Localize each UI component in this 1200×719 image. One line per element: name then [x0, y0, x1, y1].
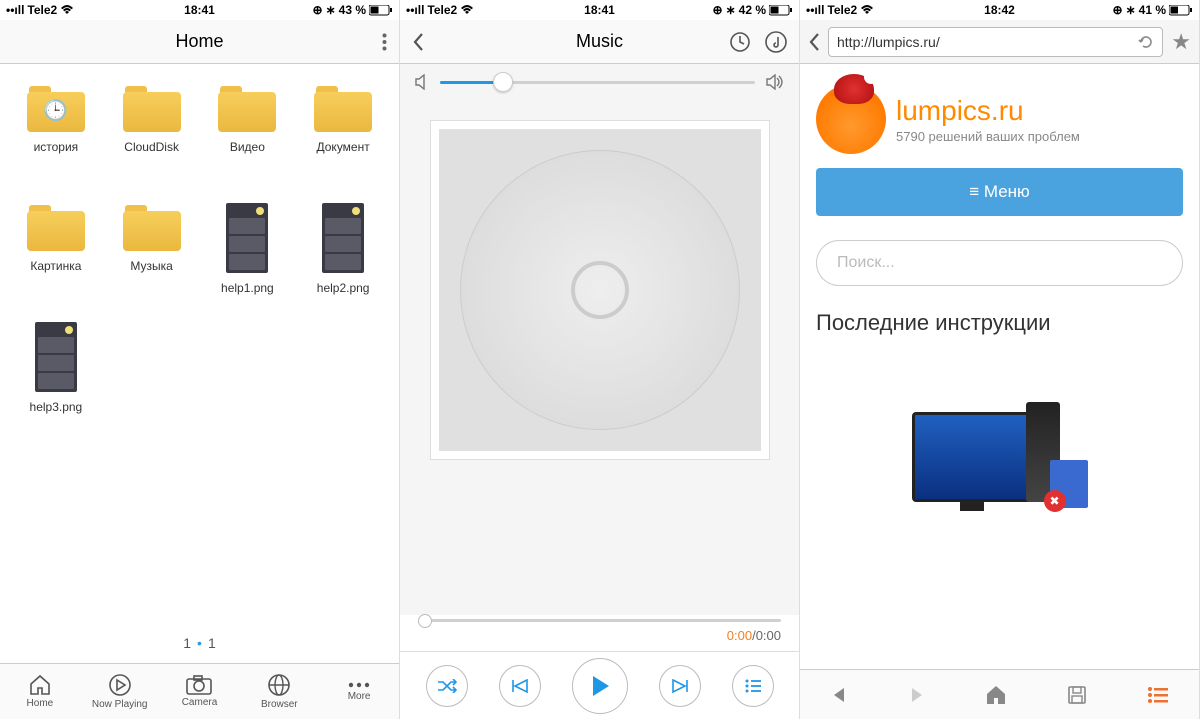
battery-icon	[1169, 5, 1193, 16]
volume-mute-icon[interactable]	[414, 74, 430, 90]
page-title: Music	[576, 31, 623, 52]
history-icon[interactable]	[729, 31, 751, 53]
browser-screen: ••ıll Tele2 18:42 ⊕ ∗ 41 % http://lumpic…	[800, 0, 1200, 719]
battery-label: 43 %	[339, 3, 366, 17]
prev-button[interactable]	[499, 665, 541, 707]
back-button[interactable]	[412, 32, 424, 52]
carrier-label: Tele2	[427, 3, 457, 17]
battery-icon	[769, 5, 793, 16]
folder-video[interactable]: Видео	[202, 84, 294, 199]
playlist-button[interactable]	[732, 665, 774, 707]
battery-label: 42 %	[739, 3, 766, 17]
page-title: Home	[175, 31, 223, 52]
music-note-icon[interactable]	[765, 31, 787, 53]
folder-document[interactable]: Документ	[297, 84, 389, 199]
folder-clouddisk[interactable]: CloudDisk	[106, 84, 198, 199]
tab-now-playing[interactable]: Now Playing	[80, 664, 160, 719]
wifi-icon	[460, 5, 474, 15]
progress-slider[interactable]	[418, 619, 781, 622]
section-heading: Последние инструкции	[816, 310, 1183, 336]
status-bar: ••ıll Tele2 18:42 ⊕ ∗ 41 %	[800, 0, 1199, 20]
volume-row	[400, 64, 799, 100]
wifi-icon	[860, 5, 874, 15]
folder-music[interactable]: Музыка	[106, 203, 198, 318]
url-field[interactable]: http://lumpics.ru/	[828, 27, 1163, 57]
alarm-icon: ⊕	[713, 3, 723, 17]
tab-home[interactable]: Home	[0, 664, 80, 719]
alarm-icon: ⊕	[1113, 3, 1123, 17]
bookmark-icon[interactable]: ★	[1171, 29, 1191, 55]
folder-picture[interactable]: Картинка	[10, 203, 102, 318]
back-button[interactable]	[808, 32, 820, 52]
signal-icon: ••ıll	[806, 3, 824, 17]
album-art-area	[400, 100, 799, 615]
menu-button[interactable]: ≡ Меню	[816, 168, 1183, 216]
progress-row	[400, 615, 799, 628]
clock-icon: 🕒	[43, 98, 68, 123]
music-screen: ••ıll Tele2 18:41 ⊕ ∗ 42 % Music	[400, 0, 800, 719]
time-total: /0:00	[752, 628, 781, 643]
browser-toolbar	[800, 669, 1199, 719]
volume-max-icon[interactable]	[765, 74, 785, 90]
nav-home-button[interactable]	[985, 685, 1007, 705]
alarm-icon: ⊕	[313, 3, 323, 17]
nav-bar: Music	[400, 20, 799, 64]
signal-icon: ••ıll	[6, 3, 24, 17]
nav-forward-button[interactable]	[908, 686, 926, 704]
address-bar: http://lumpics.ru/ ★	[800, 20, 1199, 64]
site-name: lumpics.ru	[896, 95, 1080, 127]
file-help2[interactable]: help2.png	[297, 203, 389, 318]
tab-camera[interactable]: Camera	[160, 664, 240, 719]
bluetooth-icon: ∗	[726, 3, 736, 17]
disc-placeholder-icon	[460, 150, 740, 430]
site-subtitle: 5790 решений ваших проблем	[896, 129, 1080, 144]
next-button[interactable]	[659, 665, 701, 707]
signal-icon: ••ıll	[406, 3, 424, 17]
bluetooth-icon: ∗	[1126, 3, 1136, 17]
web-content: lumpics.ru 5790 решений ваших проблем ≡ …	[800, 64, 1199, 669]
play-button[interactable]	[572, 658, 628, 714]
files-screen: ••ıll Tele2 18:41 ⊕ ∗ 43 % Home 🕒 истори…	[0, 0, 400, 719]
files-grid: 🕒 история CloudDisk Видео Документ Карти…	[0, 64, 399, 629]
carrier-label: Tele2	[827, 3, 857, 17]
player-controls	[400, 651, 799, 719]
time-current: 0:00	[727, 628, 752, 643]
more-icon[interactable]	[382, 33, 387, 51]
tab-more[interactable]: More	[319, 664, 399, 719]
bluetooth-icon: ∗	[326, 3, 336, 17]
file-help3[interactable]: help3.png	[10, 322, 102, 437]
folder-history[interactable]: 🕒 история	[10, 84, 102, 199]
status-bar: ••ıll Tele2 18:41 ⊕ ∗ 43 %	[0, 0, 399, 20]
page-indicator: 1•1	[0, 629, 399, 663]
menu-list-button[interactable]	[1147, 687, 1169, 703]
file-help1[interactable]: help1.png	[202, 203, 294, 318]
nav-bar: Home	[0, 20, 399, 64]
battery-icon	[369, 5, 393, 16]
save-button[interactable]	[1067, 685, 1087, 705]
nav-back-button[interactable]	[830, 686, 848, 704]
refresh-icon[interactable]	[1138, 34, 1154, 50]
wifi-icon	[60, 5, 74, 15]
volume-slider[interactable]	[440, 81, 755, 84]
tab-bar: Home Now Playing Camera Browser More	[0, 663, 399, 719]
carrier-label: Tele2	[27, 3, 57, 17]
shuffle-button[interactable]	[426, 665, 468, 707]
search-input[interactable]: Поиск...	[816, 240, 1183, 286]
article-image[interactable]	[816, 352, 1183, 502]
battery-label: 41 %	[1139, 3, 1166, 17]
site-logo	[816, 84, 886, 154]
tab-browser[interactable]: Browser	[239, 664, 319, 719]
status-bar: ••ıll Tele2 18:41 ⊕ ∗ 42 %	[400, 0, 799, 20]
